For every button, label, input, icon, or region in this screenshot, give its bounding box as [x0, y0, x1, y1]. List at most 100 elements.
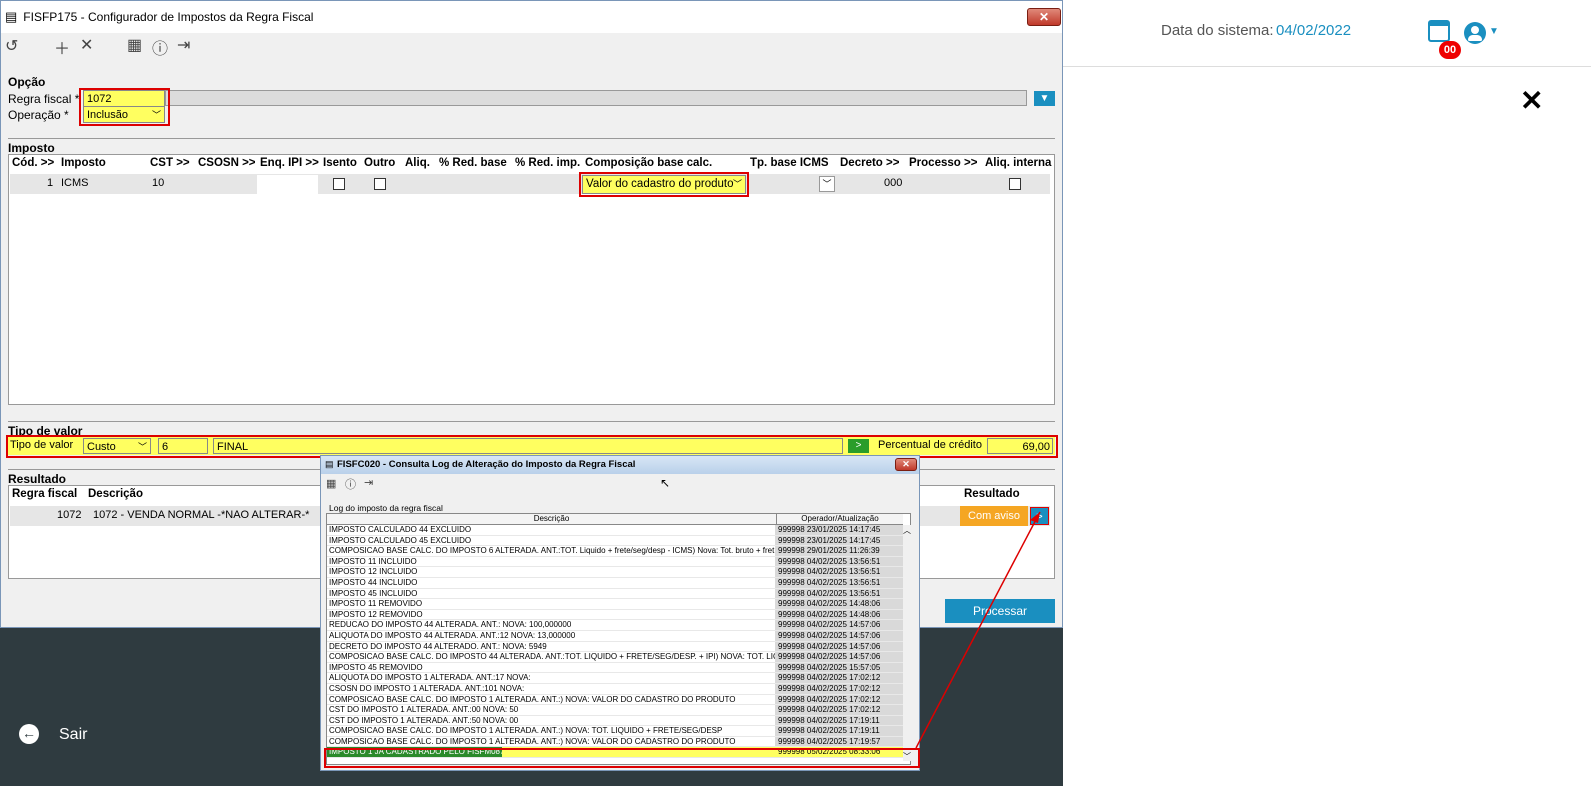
help-icon[interactable]: ⓘ [152, 35, 168, 59]
log-row[interactable]: COMPOSICAO BASE CALC. DO IMPOSTO 6 ALTER… [327, 546, 903, 557]
user-circle-icon[interactable] [1464, 22, 1486, 44]
outro-checkbox[interactable] [374, 178, 386, 190]
log-row-descricao: IMPOSTO 1 JA CADASTRADO PELO FISFM087 [327, 747, 502, 758]
mouse-cursor-icon: ↖ [660, 476, 671, 490]
notification-badge: 00 [1439, 41, 1461, 59]
log-row[interactable]: CST DO IMPOSTO 1 ALTERADA. ANT.:00 NOVA:… [327, 705, 903, 716]
log-row[interactable]: ALIQUOTA DO IMPOSTO 1 ALTERADA. ANT.:17 … [327, 673, 903, 684]
exit-icon[interactable]: ⇥ [364, 476, 373, 489]
col-cst[interactable]: CST >> [150, 157, 190, 169]
add-icon[interactable]: ＋ [54, 35, 70, 59]
col-red-base[interactable]: % Red. base [439, 157, 507, 169]
log-row[interactable]: IMPOSTO CALCULADO 45 EXCLUIDO 999998 23/0… [327, 535, 903, 547]
log-row[interactable]: CST DO IMPOSTO 1 ALTERADA. ANT.:50 NOVA:… [327, 715, 903, 727]
log-row[interactable]: IMPOSTO 44 INCLUIDO 999998 04/02/2025 13:… [327, 577, 903, 589]
col-cod[interactable]: Cód. >> [12, 157, 54, 169]
log-row[interactable]: IMPOSTO 12 REMOVIDO 999998 04/02/2025 14:… [327, 609, 903, 621]
col-imposto[interactable]: Imposto [61, 157, 106, 169]
log-row-descricao: CST DO IMPOSTO 1 ALTERADA. ANT.:50 NOVA:… [329, 715, 519, 725]
help-icon[interactable]: ⓘ [345, 476, 356, 492]
log-row[interactable]: IMPOSTO 45 INCLUIDO 999998 04/02/2025 13:… [327, 588, 903, 600]
cell-regra-fiscal: 1072 [57, 509, 82, 521]
log-window-title: FISFC020 - Consulta Log de Alteração do … [337, 459, 636, 470]
chevron-up-icon[interactable]: ︿ [903, 525, 911, 536]
cell-enq-ipi[interactable] [257, 175, 318, 194]
log-row[interactable]: IMPOSTO 1 JA CADASTRADO PELO FISFM087 999… [327, 747, 903, 759]
main-close-button[interactable]: ✕ [1027, 8, 1061, 26]
tp-base-dropdown[interactable]: ﹀ [819, 176, 835, 192]
col-csosn[interactable]: CSOSN >> [198, 157, 256, 169]
chevron-down-icon: ﹀ [732, 179, 742, 189]
log-row-operador: 999998 04/02/2025 13:56:51 [775, 577, 903, 588]
col-aliq-interna[interactable]: Aliq. interna [985, 157, 1051, 169]
col-regra-fiscal[interactable]: Regra fiscal [12, 488, 77, 500]
exit-icon[interactable]: ⇥ [177, 35, 190, 55]
log-row-operador: 999998 04/02/2025 14:48:06 [775, 609, 903, 620]
exit-label[interactable]: Sair [59, 726, 87, 744]
imposto-grid: Cód. >> Imposto CST >> CSOSN >> Enq. IPI… [8, 154, 1055, 405]
chevron-down-icon[interactable]: ▼ [1489, 26, 1499, 37]
col-aliq[interactable]: Aliq. [405, 157, 430, 169]
log-row[interactable]: IMPOSTO 11 REMOVIDO 999998 04/02/2025 14:… [327, 599, 903, 610]
log-row-operador: 999998 23/01/2025 14:17:45 [775, 535, 903, 546]
col-outro[interactable]: Outro [364, 157, 395, 169]
descricao-input[interactable]: FINAL [213, 438, 843, 454]
cancel-icon[interactable]: ✕ [80, 35, 93, 55]
calendar-icon[interactable] [1428, 20, 1450, 42]
operacao-label: Operação * [8, 108, 69, 122]
go-arrow-icon[interactable]: > [848, 439, 869, 453]
col-resultado[interactable]: Resultado [964, 488, 1020, 500]
operacao-select[interactable]: Inclusão ﹀ [83, 106, 165, 123]
calendar-icon[interactable]: ▦ [326, 477, 336, 490]
filter-icon[interactable]: ▼ [1034, 91, 1055, 106]
log-row[interactable]: COMPOSICAO BASE CALC. DO IMPOSTO 1 ALTER… [327, 726, 903, 737]
log-row[interactable]: IMPOSTO 11 INCLUIDO 999998 04/02/2025 13:… [327, 556, 903, 568]
log-close-button[interactable]: ✕ [895, 458, 917, 471]
composicao-select[interactable]: Valor do cadastro do produto ﹀ [582, 175, 746, 194]
col-decreto[interactable]: Decreto >> [840, 157, 899, 169]
log-row-operador: 999998 04/02/2025 17:19:11 [775, 715, 903, 726]
status-badge: Com aviso [960, 506, 1028, 526]
back-arrow-icon[interactable]: ← [19, 724, 39, 744]
calendar-icon[interactable]: ▦ [127, 35, 142, 55]
col-log-descricao[interactable]: Descrição [327, 514, 777, 524]
log-row[interactable]: REDUCAO DO IMPOSTO 44 ALTERADA. ANT.: NO… [327, 620, 903, 631]
log-row-descricao: COMPOSICAO BASE CALC. DO IMPOSTO 1 ALTER… [329, 736, 736, 746]
tipo-valor-select[interactable]: Custo ﹀ [83, 438, 151, 454]
log-row[interactable]: ALIQUOTA DO IMPOSTO 44 ALTERADA. ANT.:12… [327, 630, 903, 642]
regra-fiscal-input[interactable]: 1072 [83, 90, 165, 107]
log-row[interactable]: COMPOSICAO BASE CALC. DO IMPOSTO 44 ALTE… [327, 652, 903, 663]
col-isento[interactable]: Isento [323, 157, 357, 169]
log-row[interactable]: COMPOSICAO BASE CALC. DO IMPOSTO 1 ALTER… [327, 736, 903, 748]
log-row-descricao: COMPOSICAO BASE CALC. DO IMPOSTO 1 ALTER… [329, 694, 736, 704]
chevron-down-icon[interactable]: ﹀ [903, 751, 911, 762]
log-row-operador: 999998 04/02/2025 17:02:12 [775, 673, 903, 683]
close-icon[interactable]: ✕ [1520, 84, 1543, 117]
aliq-interna-checkbox[interactable] [1009, 178, 1021, 190]
log-row[interactable]: IMPOSTO 45 REMOVIDO 999998 04/02/2025 15:… [327, 662, 903, 674]
tipo-valor-value: Custo [87, 441, 116, 453]
refresh-icon[interactable]: ↺ [5, 36, 18, 56]
scrollbar[interactable]: ︿ ﹀ [903, 525, 911, 761]
col-processo[interactable]: Processo >> [909, 157, 977, 169]
col-composicao[interactable]: Composição base calc. [585, 157, 712, 169]
log-row[interactable]: IMPOSTO 12 INCLUIDO 999998 04/02/2025 13:… [327, 567, 903, 578]
log-row[interactable]: COMPOSICAO BASE CALC. DO IMPOSTO 1 ALTER… [327, 694, 903, 706]
log-row[interactable]: DECRETO DO IMPOSTO 44 ALTERADO. ANT.: NO… [327, 641, 903, 653]
log-row[interactable]: CSOSN DO IMPOSTO 1 ALTERADA. ANT.:101 NO… [327, 683, 903, 695]
system-date-label: Data do sistema: [1161, 22, 1274, 39]
log-row[interactable]: IMPOSTO CALCULADO 44 EXCLUIDO 999998 23/0… [327, 525, 903, 536]
processar-button[interactable]: Processar [945, 599, 1055, 623]
percentual-input[interactable]: 69,00 [987, 438, 1053, 454]
col-enq-ipi[interactable]: Enq. IPI >> [260, 157, 319, 169]
detail-button[interactable]: > [1030, 507, 1049, 525]
col-log-operador[interactable]: Operador/Atualização [777, 514, 903, 524]
col-descricao[interactable]: Descrição [88, 488, 143, 500]
col-red-imp[interactable]: % Red. imp. [515, 157, 580, 169]
chevron-down-icon: ﹀ [151, 110, 161, 120]
col-tp-base-icms[interactable]: Tp. base ICMS [750, 157, 829, 169]
codigo-input[interactable]: 6 [158, 438, 208, 454]
isento-checkbox[interactable] [333, 178, 345, 190]
log-row-descricao: IMPOSTO 11 INCLUIDO [329, 556, 417, 566]
log-title-bar: ▤ FISFC020 - Consulta Log de Alteração d… [321, 456, 919, 474]
